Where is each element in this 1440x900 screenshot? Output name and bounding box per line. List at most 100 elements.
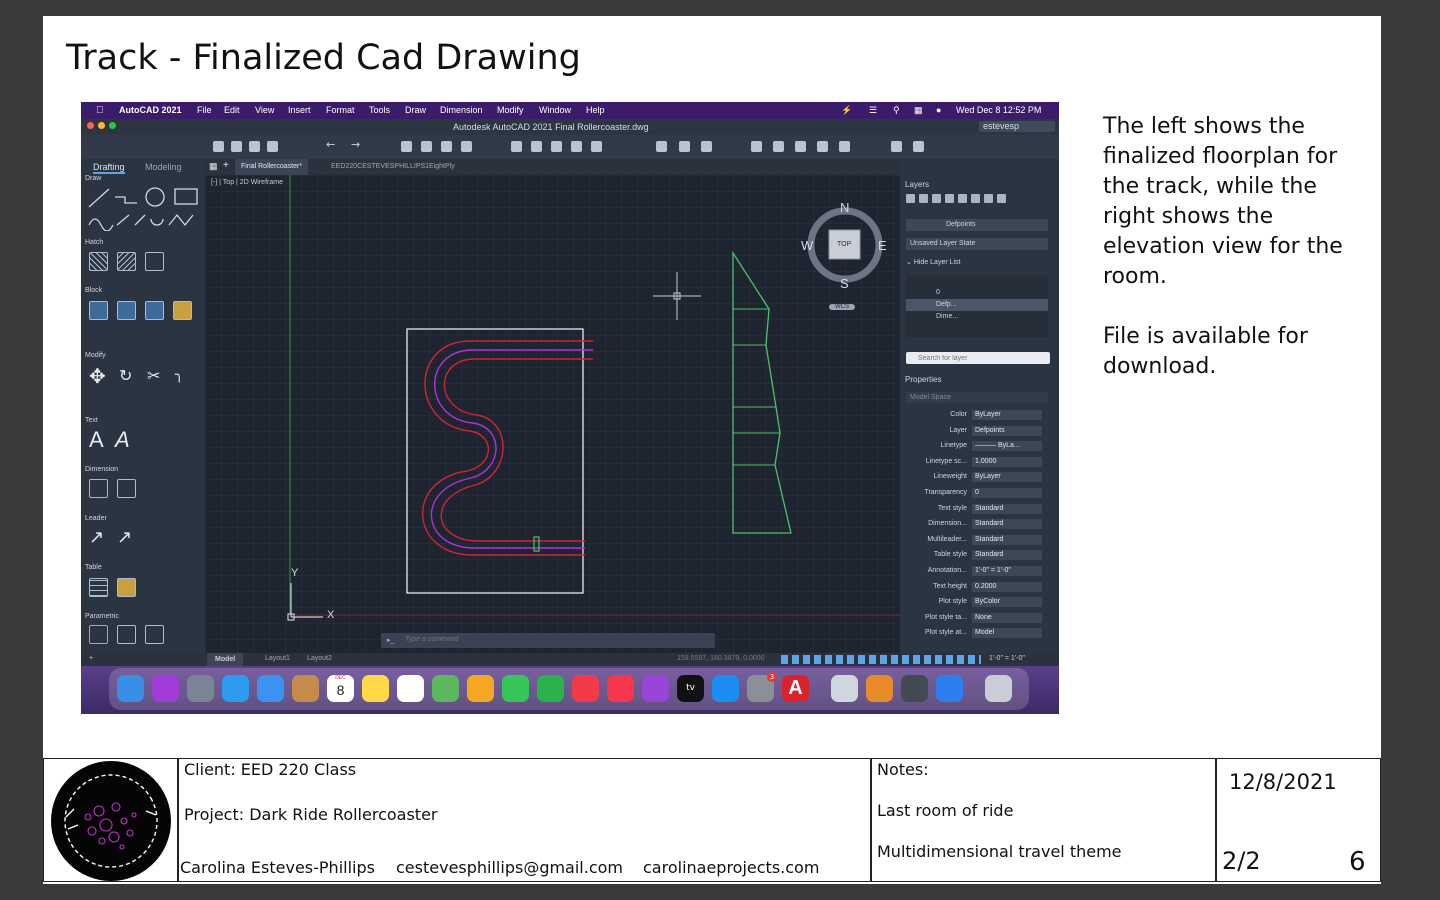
command-line[interactable]: ▸_	[381, 633, 715, 648]
menu-edit[interactable]: Edit	[224, 105, 240, 115]
layer-state-dropdown[interactable]: Unsaved Layer State	[906, 238, 1048, 250]
podcasts-icon[interactable]	[642, 675, 669, 702]
move-icon[interactable]: ✥	[89, 364, 106, 389]
tab-layout2[interactable]: Layout2	[307, 655, 332, 662]
table-icon[interactable]	[89, 578, 108, 597]
panel-leader-header[interactable]: Leader	[85, 515, 107, 522]
tab-model[interactable]: Model	[207, 653, 244, 666]
property-value[interactable]: Standard	[972, 534, 1042, 545]
trash-icon[interactable]	[985, 675, 1012, 702]
plot-icon[interactable]	[401, 141, 412, 152]
facetime-icon[interactable]	[537, 675, 564, 702]
data-extraction-icon[interactable]	[117, 578, 136, 597]
preview-icon[interactable]	[831, 675, 858, 702]
app-store-icon[interactable]	[712, 675, 739, 702]
compass-north[interactable]: N	[840, 200, 849, 215]
geometric-constraint-icon[interactable]	[89, 625, 108, 644]
layers-title[interactable]: Layers	[905, 180, 929, 189]
menu-window[interactable]: Window	[539, 105, 571, 115]
undo-icon[interactable]: ←	[326, 138, 335, 151]
multileader-icon[interactable]: ↗	[89, 527, 104, 548]
add-leader-icon[interactable]: ↗	[117, 527, 132, 548]
tab-layout1[interactable]: Layout1	[265, 655, 290, 662]
match-props-icon[interactable]	[551, 141, 562, 152]
mail-icon[interactable]	[257, 675, 284, 702]
design-center-icon[interactable]	[571, 141, 582, 152]
property-row[interactable]: Multileader... Standard	[900, 534, 1059, 547]
add-layout-icon[interactable]: +	[89, 655, 93, 662]
property-value[interactable]: ——— ByLa...	[972, 441, 1042, 452]
boundary-icon[interactable]	[145, 252, 164, 271]
match-layer-icon[interactable]	[932, 194, 941, 203]
siri-dock-icon[interactable]	[152, 675, 179, 702]
news-icon[interactable]	[572, 675, 599, 702]
property-value[interactable]: Standard	[972, 550, 1042, 561]
siri-icon[interactable]: ●	[936, 105, 941, 115]
menu-dimension[interactable]: Dimension	[440, 105, 483, 115]
battery-icon[interactable]: ⚡	[841, 105, 852, 116]
wifi-icon[interactable]: ☰	[869, 105, 877, 116]
finder-icon[interactable]	[117, 675, 144, 702]
viewport-label[interactable]: [-] | Top | 2D Wireframe	[211, 179, 283, 186]
autocad-icon[interactable]: A	[782, 675, 809, 702]
property-value[interactable]: Standard	[972, 503, 1042, 514]
property-row[interactable]: Plot style ByColor	[900, 596, 1059, 609]
property-row[interactable]: Lineweight ByLayer	[900, 471, 1059, 484]
control-center-icon[interactable]: ▦	[914, 105, 923, 116]
panel-text-header[interactable]: Text	[85, 417, 98, 424]
property-value[interactable]: Standard	[972, 519, 1042, 530]
off-layer-icon[interactable]	[997, 194, 1006, 203]
annotation-scale[interactable]: 1'-0" = 1'-0"	[989, 655, 1025, 662]
gradient-icon[interactable]	[117, 252, 136, 271]
layer-search[interactable]	[906, 352, 1050, 364]
property-row[interactable]: Table style Standard	[900, 549, 1059, 562]
menu-draw[interactable]: Draw	[405, 105, 426, 115]
sheet-set-icon[interactable]	[511, 141, 522, 152]
new-icon[interactable]	[213, 141, 224, 152]
panel-parametric-header[interactable]: Parametric	[85, 613, 119, 620]
menubar-clock[interactable]: Wed Dec 8 12:52 PM	[956, 105, 1041, 115]
property-row[interactable]: Linetype sc... 1.0000	[900, 456, 1059, 469]
panel-modify-header[interactable]: Modify	[85, 352, 106, 359]
current-layer-dropdown[interactable]: Defpoints	[906, 219, 1048, 231]
visual-style-icon[interactable]	[839, 141, 850, 152]
hatch-icon[interactable]	[89, 252, 108, 271]
app-name[interactable]: AutoCAD 2021	[119, 105, 182, 115]
tab-eed220[interactable]: EED220CESTEVESPHILLIPS1EightPly	[325, 159, 461, 175]
matlab-icon[interactable]	[866, 675, 893, 702]
workspace-icon[interactable]	[891, 141, 902, 152]
batch-plot-icon[interactable]	[421, 141, 432, 152]
menu-format[interactable]: Format	[326, 105, 355, 115]
publish-icon[interactable]	[441, 141, 452, 152]
author-website[interactable]: carolinaeprojects.com	[643, 858, 819, 877]
previous-layer-icon[interactable]	[945, 194, 954, 203]
isolate-layer-icon[interactable]	[958, 194, 967, 203]
search-icon[interactable]: ⚲	[893, 105, 900, 116]
block-icon[interactable]	[773, 141, 784, 152]
launchpad-icon[interactable]	[187, 675, 214, 702]
layer-row[interactable]: Dime...	[906, 311, 1048, 323]
new-tab-icon[interactable]: +	[223, 160, 229, 171]
open-icon[interactable]	[231, 141, 242, 152]
property-row[interactable]: Linetype ——— ByLa...	[900, 440, 1059, 453]
compass-south[interactable]: S	[840, 276, 849, 291]
freeze-layer-icon[interactable]	[984, 194, 993, 203]
viewcube-top-face[interactable]: TOP	[837, 241, 851, 248]
lock-constraint-icon[interactable]	[145, 625, 164, 644]
command-input[interactable]	[405, 634, 685, 645]
drawing-canvas[interactable]: [-] | Top | 2D Wireframe TOP N S E W WCS…	[205, 175, 900, 653]
close-icon[interactable]	[87, 122, 94, 129]
dimension-icon[interactable]	[89, 479, 108, 498]
measure-icon[interactable]	[751, 141, 762, 152]
compass-west[interactable]: W	[801, 238, 813, 253]
property-value[interactable]: ByLayer	[972, 410, 1042, 420]
property-value[interactable]: ByColor	[972, 597, 1042, 608]
property-value[interactable]: 0	[972, 488, 1042, 498]
notes-icon[interactable]	[362, 675, 389, 702]
tab-modeling[interactable]: Modeling	[145, 162, 182, 172]
property-row[interactable]: Text style Standard	[900, 503, 1059, 516]
dimensional-constraint-icon[interactable]	[117, 625, 136, 644]
property-value[interactable]: None	[972, 612, 1042, 623]
export-icon[interactable]	[461, 141, 472, 152]
property-row[interactable]: Dimension... Standard	[900, 518, 1059, 531]
